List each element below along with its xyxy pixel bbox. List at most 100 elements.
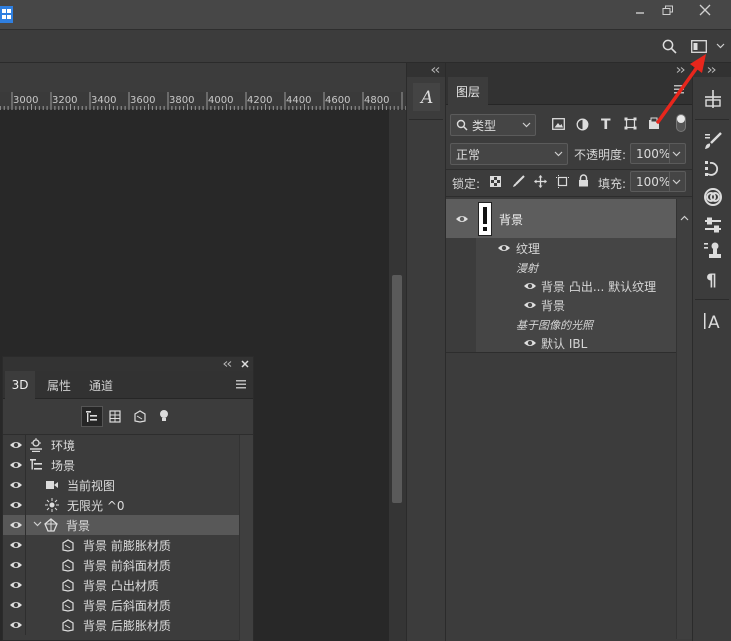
panel-3d-tabs: 3D 属性 通道 — [3, 371, 253, 399]
scene-tree-row[interactable]: 无限光 ^0 — [3, 495, 239, 515]
chevron-down-icon[interactable] — [33, 521, 42, 527]
visibility-eye-icon[interactable] — [523, 300, 537, 310]
collapse-icon[interactable] — [223, 361, 232, 367]
adjustments-icon[interactable] — [703, 215, 723, 235]
visibility-eye-icon[interactable] — [523, 281, 537, 291]
options-bar — [0, 30, 731, 63]
ruler-tick-label: 3200 — [52, 95, 78, 106]
paragraph-icon[interactable]: ¶ — [703, 269, 723, 289]
ruler-tick-label: 3600 — [130, 95, 156, 106]
chevron-up-icon[interactable] — [680, 215, 689, 221]
blend-mode-select[interactable]: 正常 — [450, 143, 568, 165]
right-toolbar: ¶ A — [692, 63, 731, 641]
tree-scrollbar[interactable] — [239, 435, 253, 641]
chevron-down-icon[interactable] — [716, 43, 725, 49]
app-logo-icon — [0, 6, 13, 23]
pixel-filter-icon[interactable] — [552, 118, 565, 130]
scene-tree-row[interactable]: 当前视图 — [3, 475, 239, 495]
scene-filter-icon[interactable] — [81, 406, 103, 427]
scene-tree-row[interactable]: 背景 前斜面材质 — [3, 555, 239, 575]
character-style-icon[interactable]: A — [703, 311, 723, 331]
svg-text:¶: ¶ — [706, 271, 717, 289]
close-icon[interactable] — [241, 360, 249, 368]
divider — [25, 435, 26, 455]
environment-icon — [29, 438, 43, 452]
scrollbar-thumb[interactable] — [392, 275, 402, 503]
visibility-eye-icon[interactable] — [9, 480, 23, 490]
visibility-eye-icon[interactable] — [9, 600, 23, 610]
opacity-field[interactable]: 100% — [630, 143, 686, 164]
lock-transparency-icon[interactable] — [490, 176, 501, 187]
fill-value: 100% — [636, 174, 671, 189]
lock-all-icon[interactable] — [578, 174, 589, 187]
texture-bg-row[interactable]: 背景 — [476, 295, 676, 314]
divider — [25, 535, 26, 555]
adjustment-filter-icon[interactable] — [576, 118, 589, 131]
ruler-tick-label: 3000 — [13, 95, 39, 106]
mesh-filter-icon[interactable] — [109, 410, 121, 423]
character-icon[interactable]: A — [413, 83, 440, 111]
fill-field[interactable]: 100% — [630, 171, 686, 192]
panel-3d: 3D 属性 通道 环境场景当前视图 无限光 ^0 背景 背景 前膨胀材质 背景 前斜面材… — [2, 356, 254, 641]
tab-layers[interactable]: 图层 — [448, 77, 488, 105]
minimize-icon[interactable] — [625, 0, 655, 20]
lock-pixels-icon[interactable] — [512, 175, 525, 188]
texture-default-label: 背景 凸出... 默认纹理 — [541, 280, 657, 294]
texture-default-row[interactable]: 背景 凸出... 默认纹理 — [476, 276, 676, 295]
close-icon[interactable] — [690, 0, 720, 20]
visibility-eye-icon[interactable] — [9, 540, 23, 550]
material-filter-icon[interactable] — [133, 410, 146, 423]
visibility-eye-icon[interactable] — [9, 560, 23, 570]
libraries-icon[interactable] — [703, 187, 723, 207]
divider — [409, 119, 443, 120]
layer-filter-select[interactable]: 类型 — [450, 114, 536, 136]
tab-3d[interactable]: 3D — [5, 371, 35, 399]
material-icon — [61, 558, 75, 572]
ibl-row: 基于图像的光照 — [476, 314, 676, 333]
visibility-eye-icon[interactable] — [455, 214, 469, 224]
visibility-eye-icon[interactable] — [523, 338, 537, 348]
clone-source-icon[interactable] — [703, 241, 723, 261]
divider — [446, 169, 692, 170]
ruler-tick-label: 4000 — [208, 95, 234, 106]
layer-filter-value: 类型 — [472, 118, 497, 133]
scene-tree-row[interactable]: 背景 前膨胀材质 — [3, 535, 239, 555]
visibility-eye-icon[interactable] — [9, 500, 23, 510]
visibility-eye-icon[interactable] — [9, 620, 23, 630]
restore-icon[interactable] — [653, 0, 683, 20]
scene-tree-row[interactable]: 背景 — [3, 515, 239, 535]
visibility-eye-icon[interactable] — [497, 243, 511, 253]
divider — [25, 455, 26, 475]
shape-filter-icon[interactable] — [624, 117, 637, 130]
visibility-eye-icon[interactable] — [9, 440, 23, 450]
ibl-default-row[interactable]: 默认 IBL — [476, 333, 676, 352]
material-icon — [61, 538, 75, 552]
texture-row[interactable]: 纹理 — [476, 238, 676, 257]
lock-artboard-icon[interactable] — [556, 175, 569, 188]
scene-tree-row[interactable]: 背景 后膨胀材质 — [3, 615, 239, 635]
panel-menu-icon[interactable] — [236, 380, 246, 389]
type-filter-icon[interactable]: T — [600, 116, 613, 131]
material-icon — [61, 598, 75, 612]
visibility-eye-icon[interactable] — [9, 460, 23, 470]
layers-panel: 图层 类型 T 正常 不透明度: 100% 锁定: 填充: 100% 背景 纹理… — [446, 63, 692, 641]
layer-row[interactable]: 背景 — [446, 199, 676, 238]
visibility-eye-icon[interactable] — [9, 580, 23, 590]
scene-tree-row[interactable]: 环境 — [3, 435, 239, 455]
brush-icon[interactable] — [703, 131, 723, 151]
tab-properties[interactable]: 属性 — [39, 371, 79, 399]
annotation-arrow — [656, 54, 706, 124]
scene-tree-row[interactable]: 背景 后斜面材质 — [3, 595, 239, 615]
history-icon[interactable] — [703, 159, 723, 179]
layers-scrollbar[interactable] — [676, 199, 692, 639]
collapse-bar[interactable] — [407, 63, 445, 77]
scene-tree-label: 场景 — [51, 459, 76, 473]
scene-tree-row[interactable]: 背景 凸出材质 — [3, 575, 239, 595]
visibility-eye-icon[interactable] — [9, 520, 23, 530]
tab-channels[interactable]: 通道 — [81, 371, 121, 399]
layer-name: 背景 — [499, 213, 524, 227]
light-filter-icon[interactable] — [159, 409, 169, 423]
lock-position-icon[interactable] — [534, 175, 547, 188]
scene-tree-row[interactable]: 场景 — [3, 455, 239, 475]
fill-label: 填充: — [598, 177, 627, 191]
